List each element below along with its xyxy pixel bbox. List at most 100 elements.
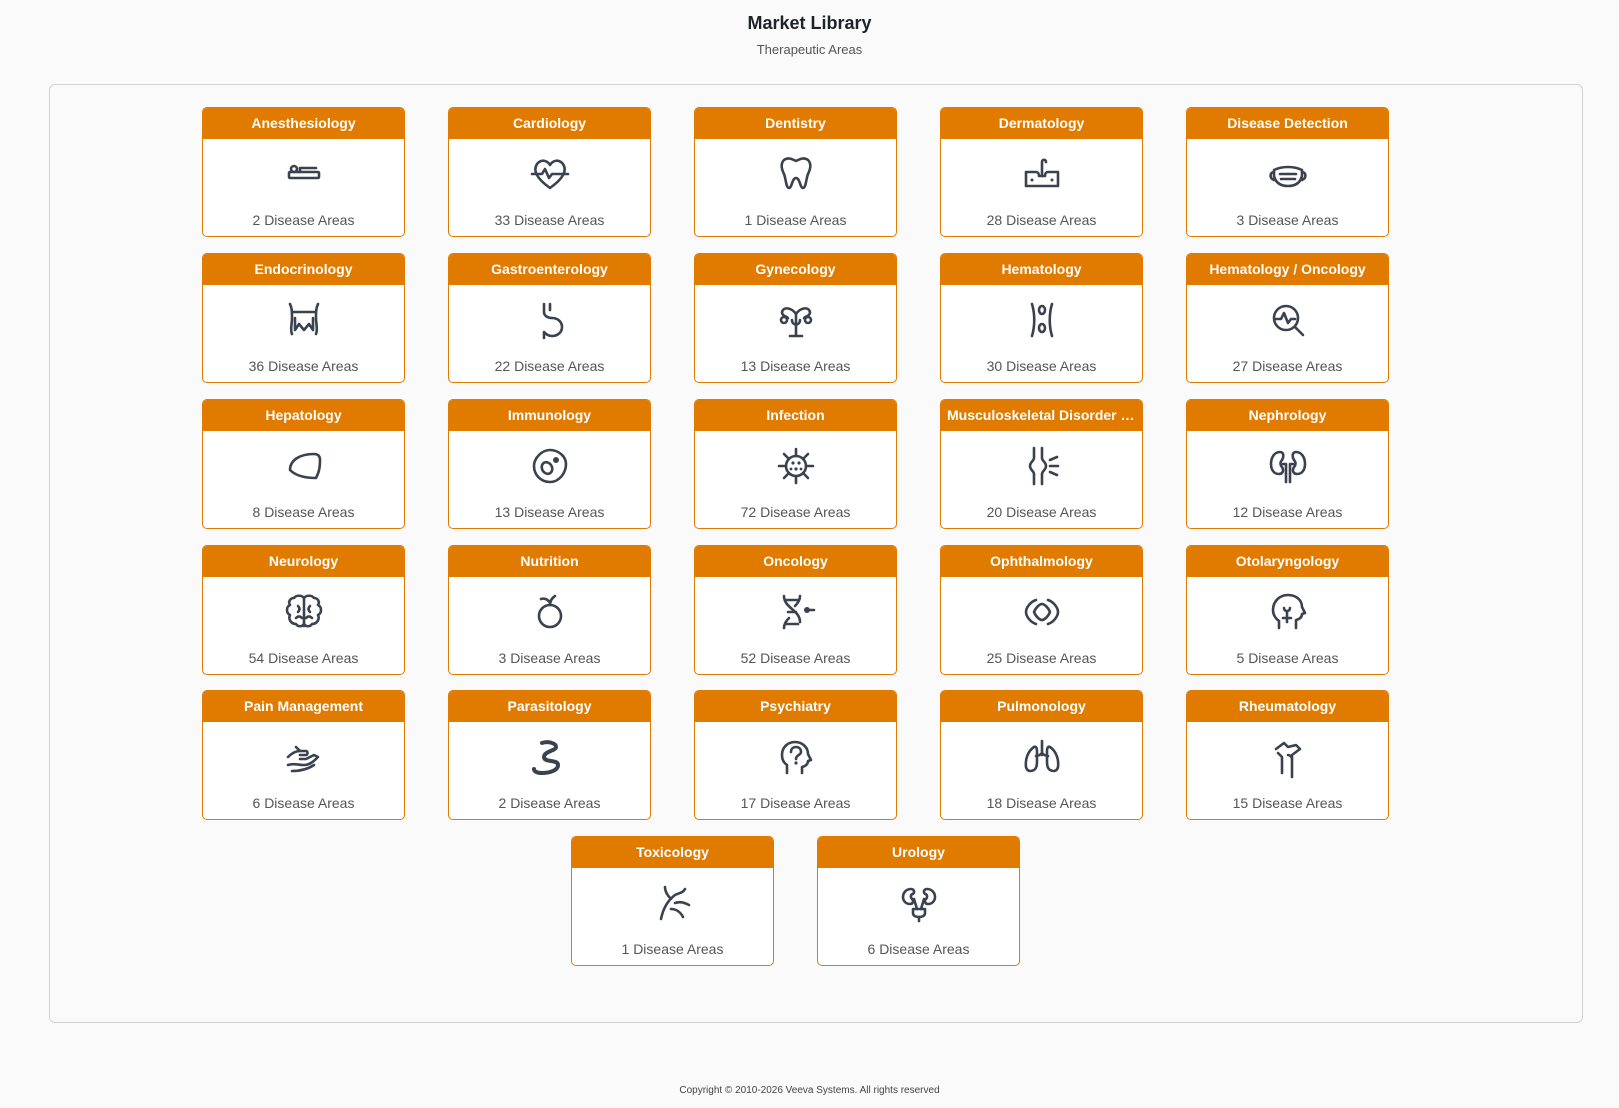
area-card-count: 15 Disease Areas (1232, 795, 1343, 811)
area-card-title: Dermatology (941, 108, 1142, 139)
area-card-toxicology[interactable]: Toxicology 1 Disease Areas (571, 836, 774, 966)
area-card-parasitology[interactable]: Parasitology 2 Disease Areas (448, 690, 651, 820)
area-card-gynecology[interactable]: Gynecology 13 Disease Areas (694, 253, 897, 383)
area-card-pain-management[interactable]: Pain Management 6 Disease Areas (202, 690, 405, 820)
area-card-icon (203, 735, 404, 779)
head-question-icon (780, 740, 812, 775)
area-card-title: Toxicology (572, 837, 773, 868)
area-card-hematology[interactable]: Hematology 30 Disease Areas (940, 253, 1143, 383)
skin-icon (1024, 158, 1059, 188)
area-card-count: 1 Disease Areas (744, 212, 847, 228)
joint-icon (1028, 446, 1059, 486)
area-card-gastroenterology[interactable]: Gastroenterology 22 Disease Areas (448, 253, 651, 383)
area-card-icon (818, 881, 1019, 925)
area-card-title: Pulmonology (941, 691, 1142, 722)
area-card-immunology[interactable]: Immunology 13 Disease Areas (448, 399, 651, 529)
area-card-title: Pain Management (203, 691, 404, 722)
area-card-ophthalmology[interactable]: Ophthalmology 25 Disease Areas (940, 545, 1143, 675)
area-card-cardiology[interactable]: Cardiology 33 Disease Areas (448, 107, 651, 237)
area-card-title: Immunology (449, 400, 650, 431)
urinary-icon (901, 887, 936, 923)
area-card-dermatology[interactable]: Dermatology 28 Disease Areas (940, 107, 1143, 237)
area-card-title: Rheumatology (1187, 691, 1388, 722)
area-card-icon (941, 444, 1142, 488)
area-card-neurology[interactable]: Neurology 54 Disease Areas (202, 545, 405, 675)
kidneys-icon (1269, 450, 1306, 484)
area-card-nephrology[interactable]: Nephrology 12 Disease Areas (1186, 399, 1389, 529)
blood-vessel-icon (1030, 302, 1053, 338)
area-card-icon (449, 298, 650, 342)
area-card-count: 30 Disease Areas (986, 358, 1097, 374)
page-title: Market Library (747, 13, 872, 33)
magnifier-pulse-icon (1272, 304, 1304, 337)
area-card-icon (695, 298, 896, 342)
area-card-count: 28 Disease Areas (986, 212, 1097, 228)
bed-icon (287, 164, 320, 180)
area-card-urology[interactable]: Urology 6 Disease Areas (817, 836, 1020, 966)
copyright-footer: Copyright © 2010-2026 Veeva Systems. All… (679, 1085, 940, 1096)
area-card-count: 13 Disease Areas (740, 358, 851, 374)
area-card-count: 72 Disease Areas (740, 504, 851, 520)
area-card-title: Nutrition (449, 546, 650, 577)
area-card-hepatology[interactable]: Hepatology 8 Disease Areas (202, 399, 405, 529)
area-card-count: 33 Disease Areas (494, 212, 605, 228)
area-card-title: Hematology (941, 254, 1142, 285)
area-card-rheumatology[interactable]: Rheumatology 15 Disease Areas (1186, 690, 1389, 820)
therapeutic-areas-grid: Anesthesiology 2 Disease Areas Cardiology 3… (50, 85, 1582, 1022)
area-card-nutrition[interactable]: Nutrition 3 Disease Areas (448, 545, 651, 675)
area-card-title: Parasitology (449, 691, 650, 722)
area-card-count: 12 Disease Areas (1232, 504, 1343, 520)
nerve-icon (659, 885, 690, 921)
area-card-psychiatry[interactable]: Psychiatry 17 Disease Areas (694, 690, 897, 820)
area-card-count: 18 Disease Areas (986, 795, 1097, 811)
area-card-infection[interactable]: Infection 72 Disease Areas (694, 399, 897, 529)
area-card-title: Hepatology (203, 400, 404, 431)
area-card-icon (572, 881, 773, 925)
brain-icon (285, 594, 322, 628)
area-card-otolaryngology[interactable]: Otolaryngology 5 Disease Areas (1186, 545, 1389, 675)
area-card-title: Otolaryngology (1187, 546, 1388, 577)
area-card-count: 54 Disease Areas (248, 650, 359, 666)
uterus-icon (779, 307, 812, 338)
area-card-icon (1187, 298, 1388, 342)
area-card-icon (1187, 152, 1388, 196)
area-card-count: 2 Disease Areas (252, 212, 355, 228)
area-card-title: Dentistry (695, 108, 896, 139)
area-card-title: Gastroenterology (449, 254, 650, 285)
area-card-count: 6 Disease Areas (252, 795, 355, 811)
area-card-dentistry[interactable]: Dentistry 1 Disease Areas (694, 107, 897, 237)
area-card-icon (203, 298, 404, 342)
area-card-musculoskeletal-disorder-a[interactable]: Musculoskeletal Disorder a... 20 Disease … (940, 399, 1143, 529)
area-card-anesthesiology[interactable]: Anesthesiology 2 Disease Areas (202, 107, 405, 237)
area-card-count: 2 Disease Areas (498, 795, 601, 811)
area-card-pulmonology[interactable]: Pulmonology 18 Disease Areas (940, 690, 1143, 820)
area-card-icon (449, 152, 650, 196)
area-card-title: Psychiatry (695, 691, 896, 722)
area-card-disease-detection[interactable]: Disease Detection 3 Disease Areas (1186, 107, 1389, 237)
area-card-title: Disease Detection (1187, 108, 1388, 139)
therapeutic-areas-panel: Anesthesiology 2 Disease Areas Cardiology 3… (49, 84, 1583, 1023)
area-card-title: Urology (818, 837, 1019, 868)
area-card-endocrinology[interactable]: Endocrinology 36 Disease Areas (202, 253, 405, 383)
area-card-icon (449, 735, 650, 779)
virus-icon (777, 447, 814, 485)
head-throat-icon (1271, 593, 1306, 630)
area-card-icon (203, 444, 404, 488)
area-card-title: Gynecology (695, 254, 896, 285)
area-card-icon (941, 298, 1142, 342)
area-card-oncology[interactable]: Oncology 52 Disease Areas (694, 545, 897, 675)
area-card-count: 22 Disease Areas (494, 358, 605, 374)
area-card-count: 5 Disease Areas (1236, 650, 1339, 666)
heart-pulse-icon (530, 159, 569, 190)
area-card-hematology-oncology[interactable]: Hematology / Oncology 27 Disease Areas (1186, 253, 1389, 383)
area-card-title: Endocrinology (203, 254, 404, 285)
area-card-title: Anesthesiology (203, 108, 404, 139)
area-card-title: Nephrology (1187, 400, 1388, 431)
area-card-count: 6 Disease Areas (867, 941, 970, 957)
stomach-icon (542, 302, 563, 340)
area-card-icon (941, 152, 1142, 196)
thyroid-icon (288, 302, 319, 336)
area-card-count: 3 Disease Areas (498, 650, 601, 666)
area-card-title: Neurology (203, 546, 404, 577)
area-card-count: 52 Disease Areas (740, 650, 851, 666)
